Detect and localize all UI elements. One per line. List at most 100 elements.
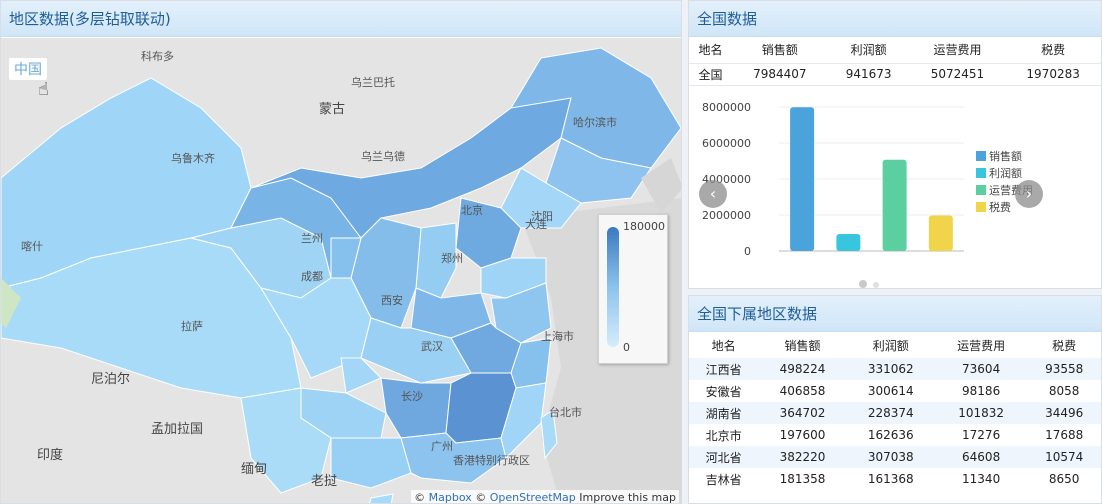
improve-map-link[interactable]: Improve this map [579,491,676,503]
map-label: 科布多 [141,50,174,63]
attrib-copy: © [475,491,487,504]
map-attribution: © Mapbox © OpenStreetMap Improve this ma… [411,490,679,504]
legend-label[interactable]: 销售额 [989,149,1022,163]
map-label: 上海市 [541,330,574,343]
legend-min: 0 [623,341,630,354]
national-table: 地名 销售额 利润额 运营费用 税费 全国 7984407 941673 507… [689,37,1101,86]
column-header: 运营费用 [957,338,1006,353]
column-header: 销售额 [784,338,821,353]
column-header: 销售额 [731,37,828,64]
table-cell: 498224 [758,358,847,380]
table-row[interactable]: 北京市 197600 162636 17276 17688 [689,424,1101,446]
column-header: 税费 [1052,338,1077,353]
table-row[interactable]: 湖南省 364702 228374 101832 34496 [689,402,1101,424]
table-cell: 湖南省 [689,402,759,424]
table-cell: 181358 [779,472,826,486]
table-cell: 11340 [962,472,1001,486]
legend-swatch[interactable] [976,151,986,161]
column-header: 地名 [689,37,732,64]
map-label: 哈尔滨市 [573,116,617,129]
map-label: 印度 [37,448,64,463]
table-cell: 江西省 [689,358,759,380]
table-cell: 安徽省 [705,384,742,399]
table-cell: 93558 [1027,358,1101,380]
table-cell: 河北省 [689,446,759,468]
table-cell: 7984407 [731,63,828,86]
table-row[interactable]: 吉林省 181358 161368 11340 8650 [689,468,1101,490]
table-cell: 17688 [1045,428,1084,442]
bar-2[interactable] [882,159,907,251]
column-header: 税费 [1005,37,1101,64]
table-header-row: 地名 销售额 利润额 运营费用 税费 [689,37,1101,64]
map-label: 广州 [431,440,453,453]
subregion-panel: 全国下属地区数据 地名 销售额 利润额 运营费用 税费 江西省 498224 331… [688,295,1102,504]
table-cell: 17276 [962,428,1001,442]
table-cell: 64608 [934,446,1028,468]
color-legend: 180000 0 [598,214,668,364]
table-cell: 8650 [1048,472,1080,486]
y-tick-label: 6000000 [702,137,751,150]
legend-swatch[interactable] [976,185,986,195]
bar-0[interactable] [790,107,815,251]
national-panel-title: 全国数据 [689,1,1101,37]
carousel-dot[interactable] [873,282,879,288]
map-label: 喀什 [21,240,43,253]
map-label: 拉萨 [181,320,203,333]
legend-swatch[interactable] [976,168,986,178]
map-label: 西安 [381,294,403,307]
bar-3[interactable] [928,215,953,251]
subregion-panel-title: 全国下属地区数据 [689,296,1101,332]
table-row[interactable]: 江西省 498224 331062 73604 93558 [689,358,1101,380]
map-label: 尼泊尔 [91,372,131,387]
table-cell: 941673 [827,63,910,86]
national-panel: 全国数据 地名 销售额 利润额 运营费用 税费 全国 7984407 94167… [688,0,1102,289]
table-row[interactable]: 河北省 382220 307038 64608 10574 [689,446,1101,468]
map-label: 香港特别行政区 [453,454,530,467]
table-cell: 101832 [934,402,1028,424]
map-label: 长沙 [401,390,423,403]
map-label: 孟加拉国 [151,422,204,437]
table-header-row: 地名 销售额 利润额 运营费用 税费 [689,332,1101,358]
legend-gradient[interactable] [607,227,619,347]
column-header: 利润额 [872,338,909,353]
map-panel: 地区数据(多层钻取联动) 科布多 乌兰巴托 蒙古 乌鲁木齐 乌兰乌德 沈阳 哈尔… [0,0,682,504]
map-label: 兰州 [301,232,323,245]
table-row[interactable]: 安徽省 406858 300614 98186 8058 [689,380,1101,402]
map-label: 北京 [461,204,483,217]
table-cell: 307038 [846,446,935,468]
table-cell: 364702 [758,402,847,424]
table-cell: 1970283 [1005,63,1101,86]
china-map[interactable]: 科布多 乌兰巴托 蒙古 乌鲁木齐 乌兰乌德 沈阳 哈尔滨市 北京 大连 上海市 … [1,38,681,504]
prev-arrow-icon[interactable]: ‹ [699,180,727,208]
table-row[interactable]: 全国 7984407 941673 5072451 1970283 [689,63,1101,86]
map-label: 大连 [525,218,547,231]
map-label: 成都 [301,270,323,283]
map-panel-title: 地区数据(多层钻取联动) [1,1,681,37]
map-label: 郑州 [441,252,463,265]
next-arrow-icon[interactable]: › [1015,180,1043,208]
table-cell: 全国 [689,63,732,86]
national-bar-chart: 8000000 6000000 4000000 2000000 0 销售额 利润额 运营费用税… [689,91,1101,288]
table-cell: 300614 [867,384,914,398]
legend-label[interactable]: 利润额 [989,166,1022,180]
bar-1[interactable] [836,234,861,251]
table-cell: 98186 [962,384,1001,398]
legend-swatch[interactable] [976,202,986,212]
map-label: 乌兰巴托 [351,76,395,89]
table-cell: 5072451 [909,63,1006,86]
attrib-copy: © [414,491,426,504]
table-cell: 228374 [846,402,935,424]
map-label: 台北市 [549,406,582,419]
legend-max: 180000 [623,220,665,233]
table-cell: 382220 [758,446,847,468]
table-cell: 吉林省 [705,472,742,487]
table-cell: 331062 [846,358,935,380]
table-cell: 34496 [1027,402,1101,424]
subregion-table-body: 江西省 498224 331062 73604 93558 安徽省 406858 300614… [689,358,1101,490]
carousel-dot-active[interactable] [859,280,867,288]
breadcrumb-china[interactable]: 中国 [9,58,47,80]
mapbox-link[interactable]: Mapbox [429,491,472,503]
legend-label[interactable]: 税费 [989,200,1011,214]
y-tick-label: 0 [744,245,751,258]
osm-link[interactable]: OpenStreetMap [490,491,576,503]
